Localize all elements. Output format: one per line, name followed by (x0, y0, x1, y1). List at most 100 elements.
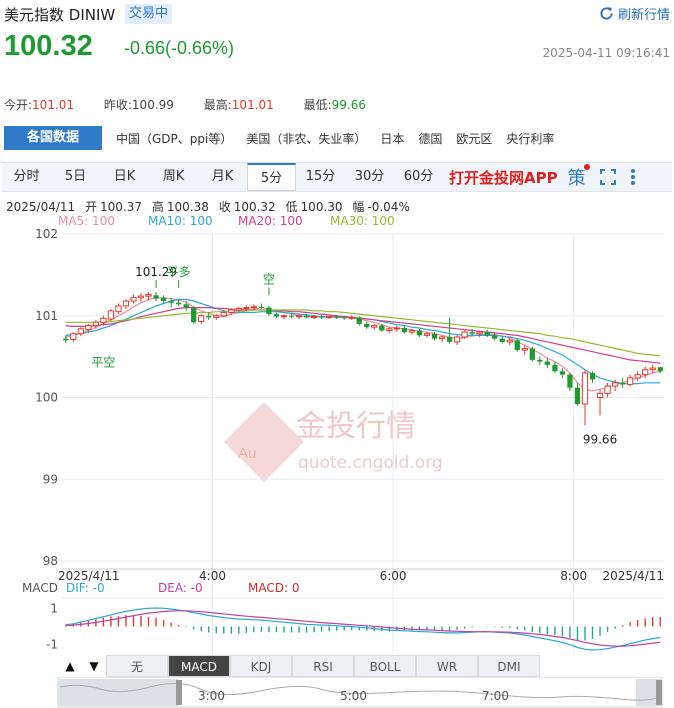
candle-body (334, 316, 340, 318)
candle-body (206, 315, 212, 318)
navigator-handle-right[interactable] (656, 680, 662, 705)
tab-period-weekly[interactable]: 周K (149, 163, 198, 191)
candle-body (266, 307, 272, 315)
tab-period-monthly[interactable]: 月K (198, 163, 247, 191)
tab-period-5min[interactable]: 5分 (247, 163, 296, 191)
candle-body (273, 314, 280, 317)
candle-body (401, 328, 408, 333)
candle-body (649, 367, 656, 371)
indicator-dmi[interactable]: DMI (478, 655, 540, 677)
candle-body (198, 315, 205, 322)
navigator-handle-left[interactable] (176, 680, 182, 705)
tab-period-5day[interactable]: 5日 (51, 163, 100, 191)
candle-body (499, 338, 505, 342)
tab-eurozone[interactable]: 欧元区 (456, 130, 492, 147)
candle-body (280, 315, 288, 318)
candle-body (492, 335, 498, 339)
candle-body (521, 347, 528, 351)
open-app-link[interactable]: 打开金投网APP (449, 167, 558, 188)
tab-central-bank-rates[interactable]: 央行利率 (506, 130, 554, 147)
range-navigator[interactable]: 3:00 5:00 7:00 (0, 677, 674, 708)
candle-body (537, 359, 543, 362)
tab-country-data[interactable]: 各国数据 (4, 126, 102, 150)
prev-close-label: 昨收: (103, 98, 132, 112)
prev-close-value: 100.99 (131, 98, 174, 112)
candle-body (423, 333, 431, 336)
low-value: 99.66 (331, 98, 367, 112)
high-value: 101.01 (231, 98, 274, 112)
indicator-kdj[interactable]: KDJ (230, 655, 292, 677)
refresh-icon (600, 7, 613, 20)
candle-body (379, 325, 385, 331)
chart-annotation: 99.66 (583, 432, 617, 446)
candle-body (356, 317, 362, 324)
x-tick-label: 6:00 (380, 569, 407, 583)
status-badge: 交易中 (125, 4, 173, 24)
candle-body (318, 316, 325, 318)
candle-body (115, 305, 122, 313)
candle-body (310, 316, 318, 319)
candle-body (183, 304, 189, 308)
period-tabs: 分时 5日 日K 周K 月K 5分 15分 30分 60分 打开金投网APP 策 (2, 162, 672, 192)
x-tick-label: 4:00 (199, 569, 226, 583)
tab-usa[interactable]: 美国（非农、失业率） (246, 130, 366, 147)
fullscreen-icon[interactable] (599, 169, 616, 185)
chart-annotation: 平空 (91, 355, 115, 369)
candle-body (559, 371, 566, 375)
candle-body (469, 332, 475, 334)
watermark-logo: Au (238, 445, 256, 462)
scroll-down-button[interactable]: ▼ (82, 655, 106, 677)
candle-body (446, 337, 453, 342)
candle-body (137, 295, 145, 299)
candle-body (303, 315, 310, 318)
ma-line-ma30 (65, 309, 661, 357)
candle-body (176, 302, 182, 305)
kline-chart[interactable]: Au 金投行情 quote.cngold.org 2025/04/11 开 100… (0, 192, 674, 655)
tab-period-15min[interactable]: 15分 (296, 163, 345, 191)
macd-y-tick: -1 (46, 637, 58, 651)
tab-period-daily[interactable]: 日K (100, 163, 149, 191)
macd-legend-item: MACD: 0 (248, 581, 299, 595)
indicator-wr[interactable]: WR (416, 655, 478, 677)
current-price: 100.32 (4, 30, 93, 62)
candle-body (85, 325, 92, 331)
tab-china[interactable]: 中国（GDP、ppi等） (116, 130, 232, 147)
refresh-button[interactable]: 刷新行情 (599, 4, 670, 23)
scroll-up-button[interactable]: ▲ (58, 655, 82, 677)
candle-body (191, 307, 197, 323)
candle-body (243, 307, 250, 310)
strategy-button[interactable]: 策 (568, 164, 590, 190)
candle-body (611, 382, 619, 387)
candle-body (453, 336, 461, 343)
tab-period-60min[interactable]: 60分 (394, 163, 443, 191)
candle-body (529, 348, 535, 360)
indicator-macd[interactable]: MACD (168, 655, 230, 677)
navigator-tick: 3:00 (198, 689, 225, 703)
indicator-none[interactable]: 无 (106, 655, 168, 677)
tab-japan[interactable]: 日本 (380, 130, 404, 147)
candle-body (258, 306, 265, 308)
tab-period-30min[interactable]: 30分 (345, 163, 394, 191)
indicator-rsi[interactable]: RSI (292, 655, 354, 677)
more-icon[interactable] (630, 168, 636, 186)
indicator-boll[interactable]: BOLL (354, 655, 416, 677)
candle-body (438, 336, 446, 340)
open-label: 今开: (4, 98, 33, 112)
candle-body (100, 317, 107, 323)
open-value: 101.01 (32, 98, 75, 112)
macd-legend-item: MACD (22, 581, 58, 595)
candle-body (408, 329, 416, 333)
candle-body (393, 327, 400, 330)
candle-body (364, 323, 370, 328)
candle-body (634, 374, 641, 379)
tab-period-intraday[interactable]: 分时 (2, 163, 51, 191)
tab-germany[interactable]: 德国 (418, 130, 442, 147)
high-label: 最高: (203, 98, 232, 112)
macd-legend-item: DIF: -0 (66, 581, 105, 595)
candle-body (235, 307, 242, 311)
y-tick-label: 100 (35, 391, 58, 405)
candle-body (484, 332, 490, 336)
candle-body (70, 333, 77, 340)
ma-legend-item: MA30: 100 (330, 214, 395, 228)
ma-legend-item: MA5: 100 (58, 214, 115, 228)
